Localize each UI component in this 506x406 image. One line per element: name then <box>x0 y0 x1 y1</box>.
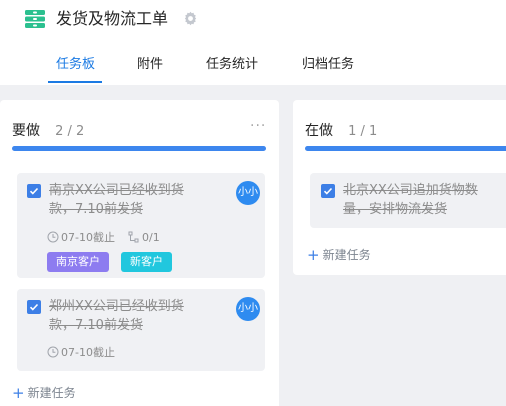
gear-icon[interactable] <box>183 11 198 26</box>
tab-task-stats[interactable]: 任务统计 <box>206 56 258 74</box>
due-date: 07-10截止 <box>47 346 115 360</box>
due-date: 07-10截止 <box>47 231 115 245</box>
tab-archived-tasks[interactable]: 归档任务 <box>302 56 354 74</box>
avatar[interactable]: 小小 <box>236 297 260 321</box>
column-progress-bar <box>12 146 266 151</box>
new-task-button[interactable]: + 新建任务 <box>12 384 76 402</box>
task-card[interactable]: 南京XX公司已经收到货 款，7.10前发货 小小 07-10截止 0/1 南京客… <box>17 173 265 278</box>
task-checkbox[interactable] <box>27 300 41 314</box>
tab-bar: 任务板 附件 任务统计 归档任务 <box>0 48 506 84</box>
avatar[interactable]: 小小 <box>236 181 260 205</box>
plus-icon: + <box>12 384 25 402</box>
task-board: 要做 2 / 2 ··· 南京XX公司已经收到货 款，7.10前发货 小小 07… <box>0 85 506 406</box>
clock-icon <box>47 231 59 243</box>
task-title: 北京XX公司追加货物数 量，安排物流发货 <box>343 183 478 217</box>
tab-task-board[interactable]: 任务板 <box>56 56 95 74</box>
task-checkbox[interactable] <box>27 184 41 198</box>
column-count: 2 / 2 <box>55 124 85 139</box>
task-checkbox[interactable] <box>321 184 335 198</box>
page-title: 发货及物流工单 <box>56 9 169 28</box>
active-tab-indicator <box>48 81 102 83</box>
tag-new-customer[interactable]: 新客户 <box>121 252 172 272</box>
column-header: 要做 2 / 2 <box>12 120 84 140</box>
check-icon <box>29 187 39 195</box>
column-doing: 在做 1 / 1 北京XX公司追加货物数 量，安排物流发货 + 新建任务 <box>293 100 506 275</box>
check-icon <box>29 303 39 311</box>
check-icon <box>323 187 333 195</box>
column-count: 1 / 1 <box>348 124 378 139</box>
app-stack-icon <box>25 10 45 28</box>
tag-nanjing-customer[interactable]: 南京客户 <box>47 252 109 272</box>
new-task-button[interactable]: + 新建任务 <box>307 246 371 264</box>
task-card[interactable]: 郑州XX公司已经收到货 款，7.10前发货 小小 07-10截止 <box>17 289 265 371</box>
subtask-icon <box>128 231 139 243</box>
clock-icon <box>47 346 59 358</box>
more-options-icon[interactable]: ··· <box>250 118 266 134</box>
column-progress-bar <box>305 146 506 151</box>
column-title: 要做 <box>12 123 40 139</box>
subtask-count: 0/1 <box>128 231 160 245</box>
tab-attachments[interactable]: 附件 <box>137 56 163 74</box>
column-title: 在做 <box>305 123 333 139</box>
task-card[interactable]: 北京XX公司追加货物数 量，安排物流发货 <box>310 173 506 228</box>
task-title: 郑州XX公司已经收到货 款，7.10前发货 <box>49 299 184 333</box>
column-todo: 要做 2 / 2 ··· 南京XX公司已经收到货 款，7.10前发货 小小 07… <box>0 100 279 406</box>
plus-icon: + <box>307 246 320 264</box>
column-header: 在做 1 / 1 <box>305 120 377 140</box>
task-title: 南京XX公司已经收到货 款，7.10前发货 <box>49 183 184 217</box>
